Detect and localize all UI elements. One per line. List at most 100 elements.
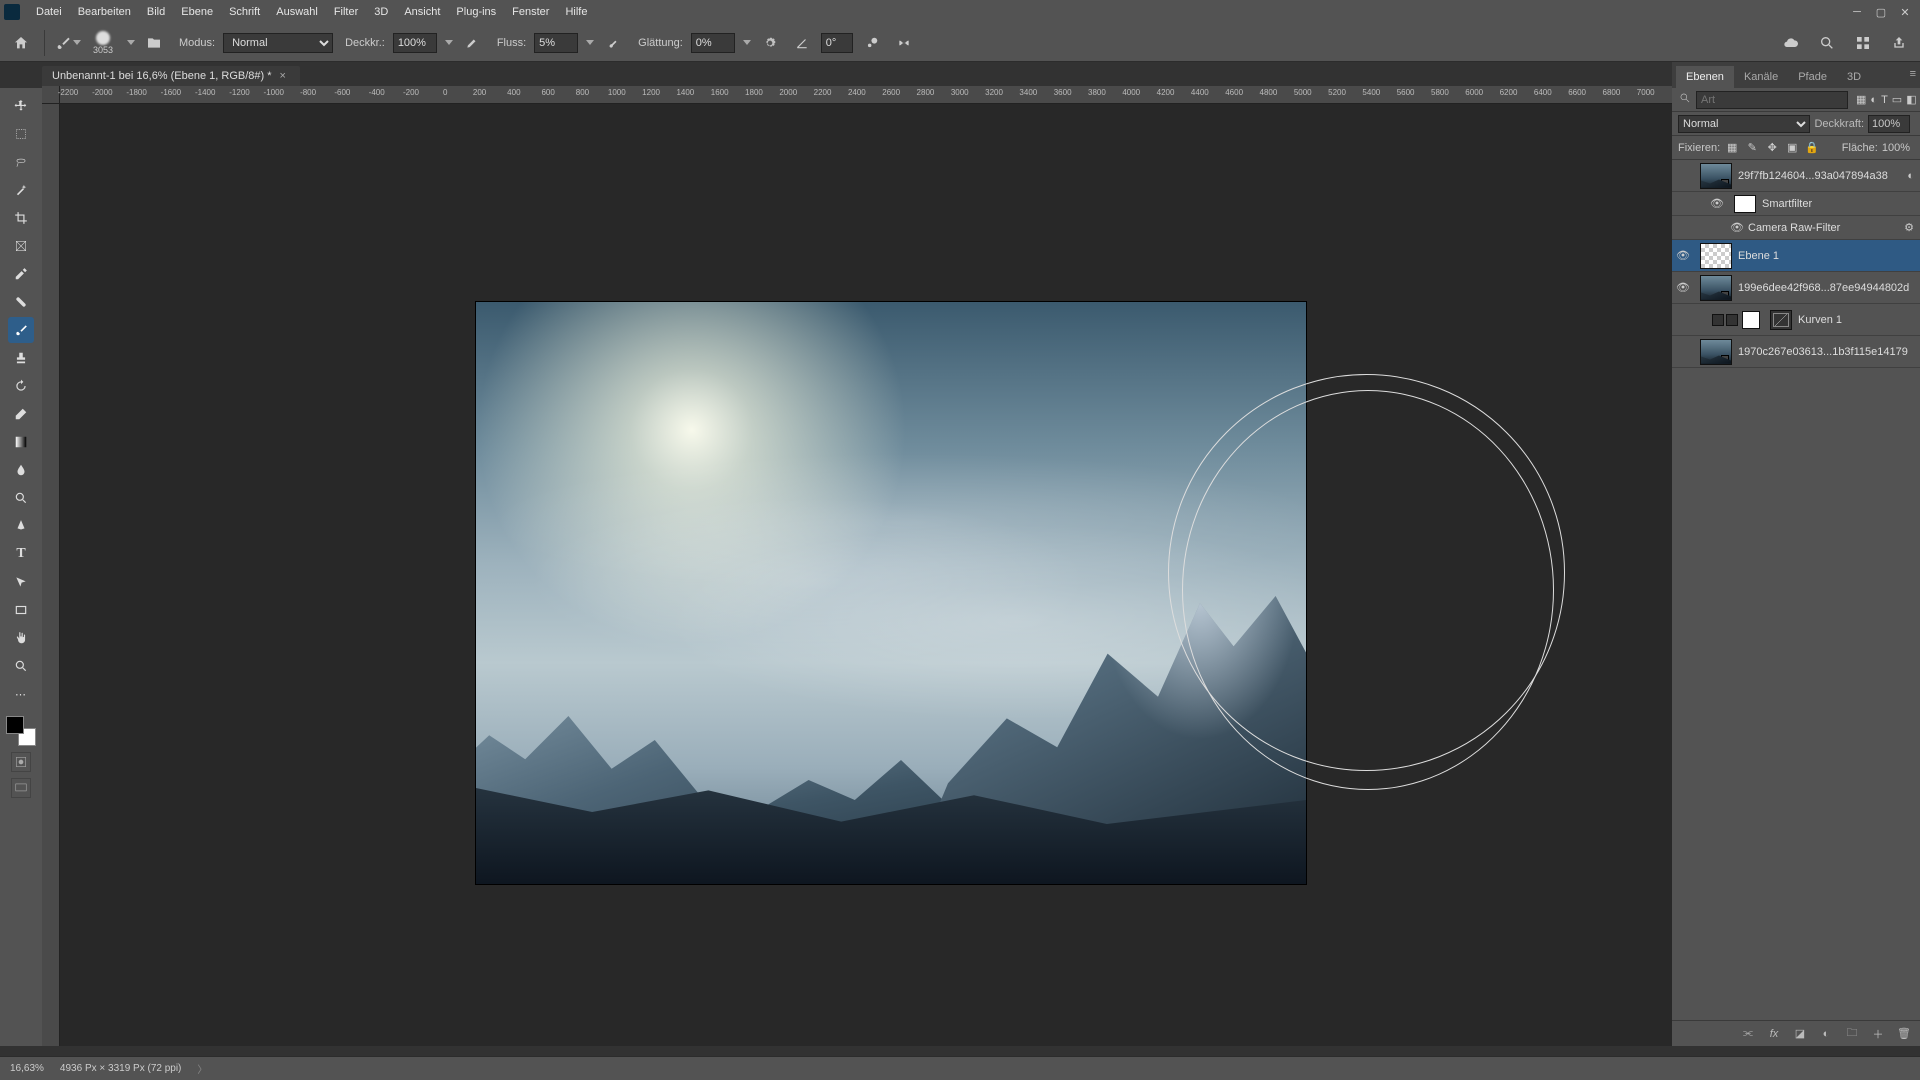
ruler-horizontal[interactable]: -2200-2000-1800-1600-1400-1200-1000-800-… — [60, 86, 1672, 104]
document-image[interactable] — [476, 302, 1306, 884]
new-layer-button[interactable]: ＋ — [1870, 1026, 1886, 1042]
history-brush-tool[interactable] — [8, 373, 34, 399]
blur-tool[interactable] — [8, 457, 34, 483]
angle-control[interactable] — [789, 30, 815, 56]
layer-name[interactable]: Ebene 1 — [1738, 250, 1914, 262]
canvas-background[interactable] — [60, 104, 1672, 1046]
layer-row-filterentry[interactable]: 👁 Camera Raw-Filter ⚙ — [1672, 216, 1920, 240]
close-button[interactable]: ✕ — [1894, 3, 1916, 21]
dodge-tool[interactable] — [8, 485, 34, 511]
layer-filter-input[interactable] — [1696, 91, 1848, 109]
eyedropper-tool[interactable] — [8, 261, 34, 287]
layer-row[interactable]: 29f7fb124604...93a047894a38 ◐ — [1672, 160, 1920, 192]
shape-tool[interactable] — [8, 597, 34, 623]
crop-tool[interactable] — [8, 205, 34, 231]
symmetry-toggle[interactable] — [891, 30, 917, 56]
lock-artboard-icon[interactable]: ▣ — [1784, 140, 1800, 156]
canvas-area[interactable]: -2200-2000-1800-1600-1400-1200-1000-800-… — [42, 86, 1672, 1046]
quickmask-toggle[interactable] — [11, 752, 31, 772]
filter-options-icon[interactable]: ⚙ — [1904, 221, 1914, 234]
gradient-tool[interactable] — [8, 429, 34, 455]
menu-bild[interactable]: Bild — [139, 0, 173, 24]
lasso-tool[interactable] — [8, 149, 34, 175]
layer-name[interactable]: Camera Raw-Filter — [1748, 222, 1904, 234]
layer-thumbnail[interactable] — [1700, 339, 1732, 365]
menu-schrift[interactable]: Schrift — [221, 0, 268, 24]
frame-tool[interactable] — [8, 233, 34, 259]
cloud-docs-button[interactable] — [1778, 30, 1804, 56]
zoom-level[interactable]: 16,63% — [10, 1063, 44, 1074]
layer-name[interactable]: 199e6dee42f968...87ee94944802d — [1738, 282, 1914, 294]
menu-3d[interactable]: 3D — [366, 0, 396, 24]
layer-row[interactable]: 1970c267e03613...1b3f115e14179 — [1672, 336, 1920, 368]
move-tool[interactable] — [8, 93, 34, 119]
layer-mask-thumbnail[interactable] — [1742, 311, 1760, 329]
visibility-toggle[interactable]: 👁 — [1726, 221, 1748, 234]
menu-hilfe[interactable]: Hilfe — [557, 0, 595, 24]
layer-name[interactable]: 1970c267e03613...1b3f115e14179 — [1738, 346, 1914, 358]
layer-row[interactable]: Kurven 1 — [1672, 304, 1920, 336]
fill-value[interactable]: 100% — [1882, 142, 1910, 154]
adjustment-thumbnail[interactable] — [1770, 310, 1792, 330]
tab-ebenen[interactable]: Ebenen — [1676, 66, 1734, 88]
layer-opacity-value[interactable]: 100% — [1868, 115, 1910, 133]
object-select-tool[interactable] — [8, 177, 34, 203]
brush-tool[interactable] — [8, 317, 34, 343]
airbrush-toggle[interactable] — [600, 30, 626, 56]
menu-datei[interactable]: Datei — [28, 0, 70, 24]
search-button[interactable] — [1814, 30, 1840, 56]
smoothing-options[interactable] — [757, 30, 783, 56]
menu-bearbeiten[interactable]: Bearbeiten — [70, 0, 139, 24]
lock-all-icon[interactable]: 🔒 — [1804, 140, 1820, 156]
menu-filter[interactable]: Filter — [326, 0, 366, 24]
tab-3d[interactable]: 3D — [1837, 66, 1871, 88]
menu-auswahl[interactable]: Auswahl — [268, 0, 326, 24]
smoothing-value[interactable]: 0% — [691, 33, 735, 53]
document-tab[interactable]: Unbenannt-1 bei 16,6% (Ebene 1, RGB/8#) … — [42, 66, 300, 86]
foreground-color-swatch[interactable] — [6, 716, 24, 734]
layer-row[interactable]: 👁 199e6dee42f968...87ee94944802d — [1672, 272, 1920, 304]
workspace-switcher[interactable] — [1850, 30, 1876, 56]
layer-blend-mode[interactable]: Normal — [1678, 115, 1810, 133]
layer-thumbnail[interactable] — [1700, 243, 1732, 269]
pressure-size-toggle[interactable] — [859, 30, 885, 56]
filter-toggle-icon[interactable]: ◐ — [1907, 170, 1914, 182]
brush-preset-picker[interactable]: 3053 — [87, 27, 119, 59]
filter-mask-thumbnail[interactable] — [1734, 195, 1756, 213]
layer-name[interactable]: 29f7fb124604...93a047894a38 — [1738, 170, 1907, 182]
adjustment-layer-button[interactable]: ◐ — [1818, 1026, 1834, 1042]
layer-row[interactable]: 👁 Ebene 1 — [1672, 240, 1920, 272]
visibility-toggle[interactable]: 👁 — [1672, 249, 1694, 262]
tool-preset-picker[interactable] — [55, 30, 81, 56]
pressure-opacity-toggle[interactable] — [459, 30, 485, 56]
visibility-toggle[interactable]: 👁 — [1672, 281, 1694, 294]
opacity-value[interactable]: 100% — [393, 33, 437, 53]
group-button[interactable]: 🗀 — [1844, 1026, 1860, 1042]
menu-fenster[interactable]: Fenster — [504, 0, 557, 24]
lock-pixels-icon[interactable]: ✎ — [1744, 140, 1760, 156]
tab-pfade[interactable]: Pfade — [1788, 66, 1837, 88]
marquee-tool[interactable] — [8, 121, 34, 147]
layer-thumbnail[interactable] — [1700, 275, 1732, 301]
layer-style-button[interactable]: fx — [1766, 1026, 1782, 1042]
panel-menu-button[interactable]: ≡ — [1910, 68, 1916, 80]
tab-kanaele[interactable]: Kanäle — [1734, 66, 1788, 88]
status-menu-arrow[interactable]: 〉 — [197, 1061, 207, 1076]
ruler-vertical[interactable] — [42, 104, 60, 1046]
lock-transparency-icon[interactable]: ▦ — [1724, 140, 1740, 156]
link-layers-button[interactable]: ⫘ — [1740, 1026, 1756, 1042]
minimize-button[interactable]: ─ — [1846, 3, 1868, 21]
visibility-toggle[interactable]: 👁 — [1706, 197, 1728, 210]
layer-name[interactable]: Smartfilter — [1762, 198, 1914, 210]
filter-adjust-icon[interactable]: ◐ — [1870, 92, 1877, 108]
eraser-tool[interactable] — [8, 401, 34, 427]
hand-tool[interactable] — [8, 625, 34, 651]
zoom-tool[interactable] — [8, 653, 34, 679]
flow-value[interactable]: 5% — [534, 33, 578, 53]
layer-thumbnail[interactable] — [1700, 163, 1732, 189]
layer-mask-button[interactable]: ◪ — [1792, 1026, 1808, 1042]
doc-info[interactable]: 4936 Px × 3319 Px (72 ppi) — [60, 1063, 181, 1074]
filter-smart-icon[interactable]: ◧ — [1906, 92, 1916, 108]
healing-tool[interactable] — [8, 289, 34, 315]
filter-type-icon[interactable]: T — [1881, 92, 1888, 108]
